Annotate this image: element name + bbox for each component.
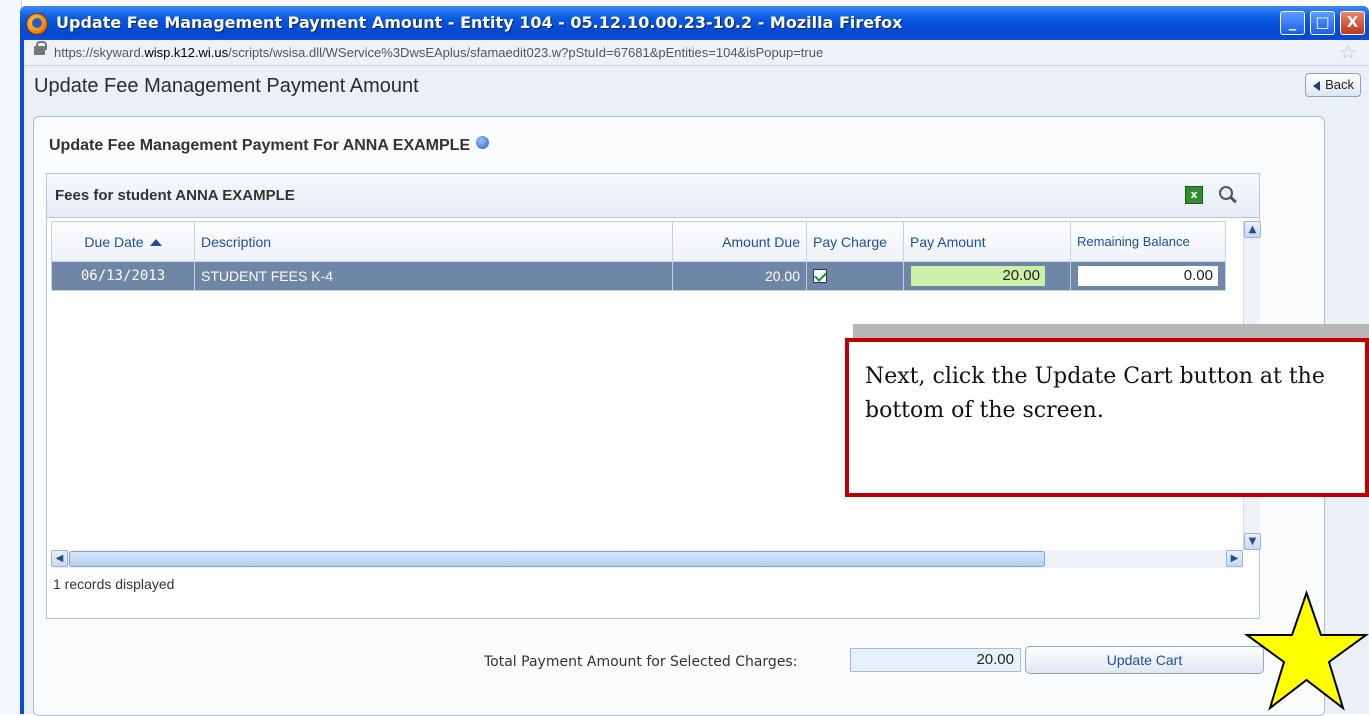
- url-text[interactable]: https://skyward.wisp.k12.wi.us/scripts/w…: [54, 45, 823, 60]
- records-count: 1 records displayed: [53, 576, 175, 592]
- pay-amount-input[interactable]: 20.00: [910, 265, 1046, 287]
- table-row[interactable]: 06/13/2013 STUDENT FEES K-4 20.00 20.00 …: [51, 261, 1226, 291]
- scroll-left-icon[interactable]: ◀: [51, 550, 68, 567]
- panel-title: Update Fee Management Payment For ANNA E…: [49, 136, 490, 155]
- back-button[interactable]: Back: [1305, 73, 1361, 97]
- window-titlebar[interactable]: Update Fee Management Payment Amount - E…: [20, 6, 1369, 40]
- excel-export-icon[interactable]: x: [1185, 186, 1203, 204]
- col-header-description[interactable]: Description: [194, 221, 673, 262]
- bookmark-star-icon[interactable]: ☆: [1339, 41, 1357, 63]
- cell-amount-due: 20.00: [672, 261, 807, 291]
- cell-pay-charge: [806, 261, 904, 291]
- cell-remaining-balance: 0.00: [1070, 261, 1226, 291]
- star-highlight-icon: [1244, 590, 1369, 711]
- back-arrow-icon: [1313, 81, 1320, 91]
- update-cart-button[interactable]: Update Cart: [1025, 646, 1264, 674]
- page-header: Update Fee Management Payment Amount Bac…: [24, 66, 1369, 110]
- grid-header: Fees for student ANNA EXAMPLE x: [47, 174, 1259, 218]
- horizontal-scroll-thumb[interactable]: [69, 551, 1045, 567]
- total-payment-field: 20.00: [850, 648, 1021, 672]
- maximize-button[interactable]: □: [1310, 11, 1335, 35]
- sort-ascending-icon: [149, 238, 162, 246]
- scroll-up-icon[interactable]: ▲: [1244, 221, 1261, 238]
- scroll-down-icon[interactable]: ▼: [1244, 533, 1261, 550]
- background-page-sliver: [0, 0, 22, 714]
- firefox-logo-icon: [26, 13, 48, 35]
- cell-due-date: 06/13/2013: [51, 261, 195, 291]
- minimize-button[interactable]: _: [1280, 11, 1305, 35]
- horizontal-scrollbar[interactable]: ◀ ▶: [51, 550, 1243, 568]
- fees-table: Due Date Description Amount Due Pay Char…: [51, 221, 1226, 291]
- col-header-remaining-balance[interactable]: Remaining Balance: [1070, 221, 1226, 262]
- remaining-balance-input[interactable]: 0.00: [1077, 265, 1219, 287]
- back-button-label: Back: [1325, 77, 1354, 92]
- close-button[interactable]: X: [1340, 11, 1365, 35]
- pay-charge-checkbox[interactable]: [813, 269, 827, 283]
- page-title: Update Fee Management Payment Amount: [34, 75, 419, 97]
- col-header-pay-charge[interactable]: Pay Charge: [806, 221, 904, 262]
- magnifier-icon[interactable]: [1215, 186, 1237, 206]
- grid-title: Fees for student ANNA EXAMPLE: [55, 187, 295, 204]
- col-header-pay-amount[interactable]: Pay Amount: [903, 221, 1071, 262]
- help-info-icon[interactable]: [476, 136, 490, 149]
- col-header-due-date[interactable]: Due Date: [51, 221, 195, 262]
- cell-pay-amount: 20.00: [903, 261, 1071, 291]
- window-title: Update Fee Management Payment Amount - E…: [56, 13, 903, 32]
- lock-icon: [34, 41, 47, 55]
- instruction-callout: Next, click the Update Cart button at th…: [845, 338, 1369, 497]
- address-bar[interactable]: https://skyward.wisp.k12.wi.us/scripts/w…: [24, 40, 1369, 66]
- col-header-amount-due[interactable]: Amount Due: [672, 221, 807, 262]
- total-payment-label: Total Payment Amount for Selected Charge…: [484, 654, 798, 670]
- cell-description: STUDENT FEES K-4: [194, 261, 673, 291]
- scroll-right-icon[interactable]: ▶: [1226, 550, 1243, 567]
